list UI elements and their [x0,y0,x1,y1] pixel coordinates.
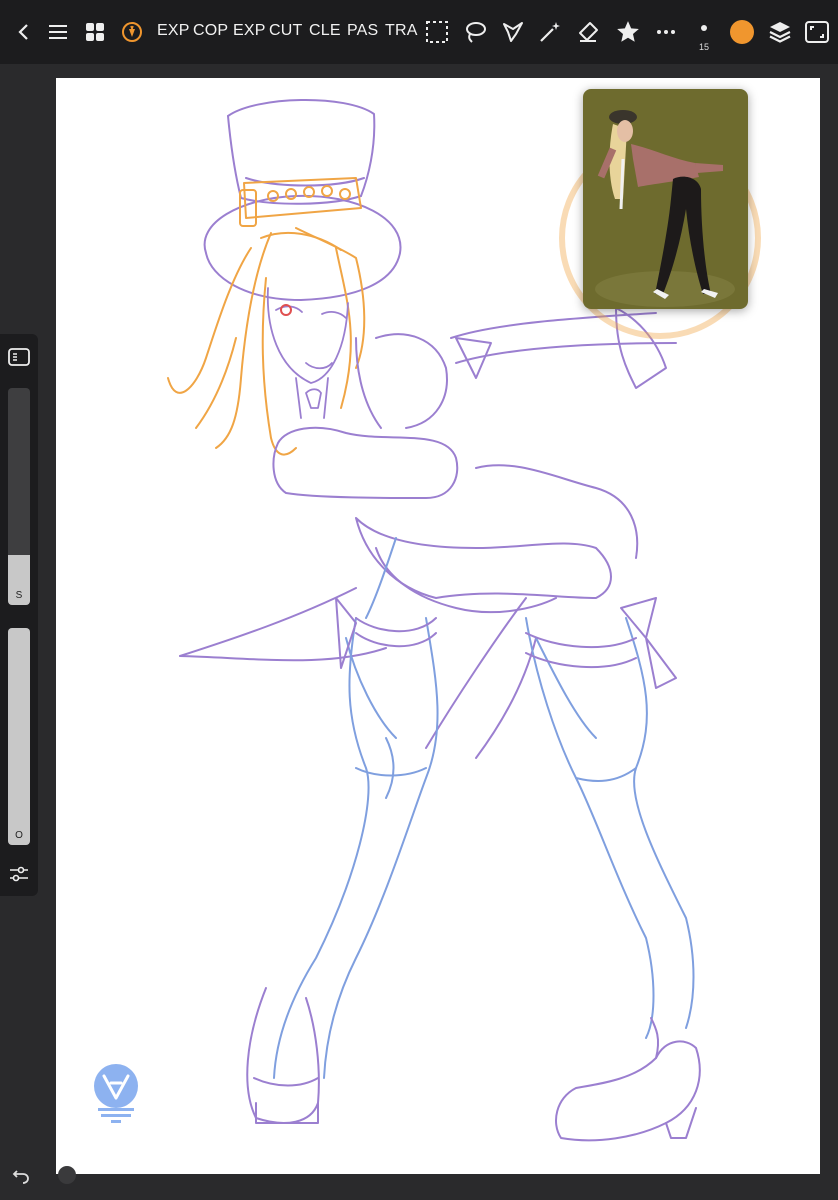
lasso-icon[interactable] [457,14,493,50]
layers-icon[interactable] [762,14,798,50]
eraser-icon[interactable] [570,14,606,50]
selection-icon[interactable] [419,14,455,50]
favorites-star-icon[interactable] [610,14,646,50]
redo-icon[interactable] [58,1166,76,1184]
sidebar-toggle-icon[interactable] [8,348,30,371]
cut-action[interactable]: CUT [269,22,302,40]
reference-image-panel[interactable] [583,89,748,309]
export-action[interactable]: EXP [157,22,190,40]
clear-action[interactable]: CLE [309,22,341,40]
magic-wand-icon[interactable] [532,14,568,50]
transform-action[interactable]: TRA [385,22,418,40]
opacity-slider-fill [8,628,30,845]
brush-size-dot-icon[interactable] [686,10,722,46]
app-logo-icon[interactable] [114,14,150,50]
polygon-lasso-icon[interactable] [495,14,531,50]
opacity-slider[interactable]: O [8,628,30,845]
left-sidebar: S O [0,334,38,896]
undo-icon[interactable] [12,1168,30,1189]
fullscreen-icon[interactable] [799,14,835,50]
more-icon[interactable] [648,14,684,50]
brush-size-value: 15 [699,42,710,52]
menu-icon[interactable] [40,14,76,50]
gallery-grid-icon[interactable] [77,14,113,50]
paste-action[interactable]: PAS [347,22,378,40]
back-icon[interactable] [6,14,42,50]
opacity-slider-label: O [15,830,23,841]
copy-action[interactable]: COP [193,22,228,40]
reference-photo [583,89,748,309]
brush-size-slider-label: S [15,590,23,601]
brush-size-slider[interactable]: S [8,388,30,605]
top-toolbar: EXP COP EXP CUT CLE PAS TRA 15 [0,0,838,64]
export-action-2[interactable]: EXP [233,22,266,40]
adjustments-icon[interactable] [8,864,30,889]
artist-watermark [94,1064,138,1123]
color-picker-swatch[interactable] [724,14,760,50]
